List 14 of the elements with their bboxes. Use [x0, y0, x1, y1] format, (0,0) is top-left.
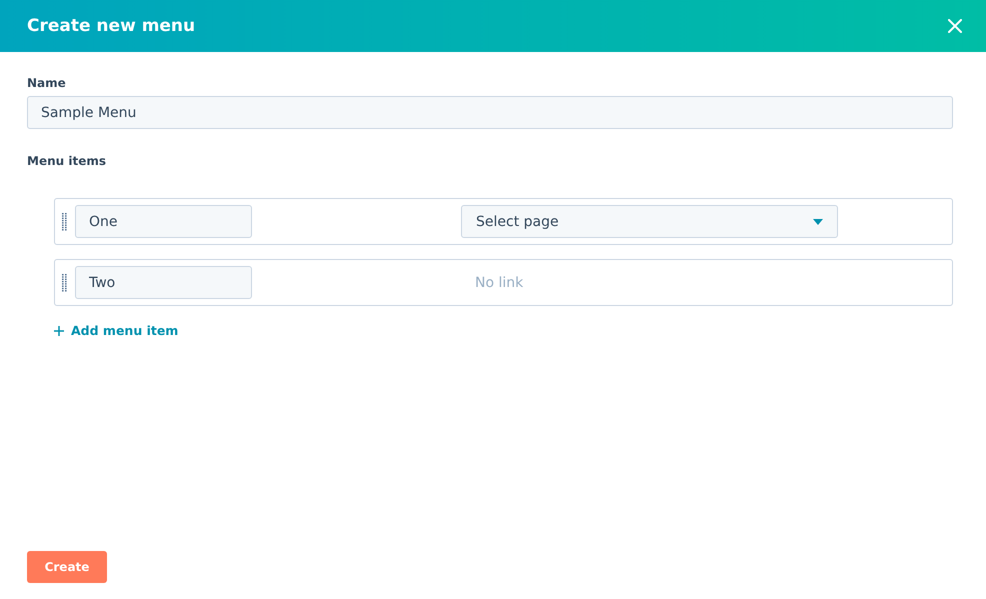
caret-icon	[813, 218, 823, 224]
no-link-text: No link	[475, 274, 524, 290]
drag-handle-icon[interactable]	[62, 212, 67, 230]
name-input-field[interactable]: Sample Menu	[27, 96, 953, 129]
close-icon	[948, 19, 962, 33]
menu-item-input-field[interactable]: One	[75, 205, 252, 238]
field-label: Name	[27, 76, 67, 90]
section-label: Menu items	[27, 154, 107, 168]
page-select-dropdown[interactable]: Select page	[461, 205, 838, 238]
plus-icon	[54, 326, 64, 336]
dialog-title: Create new menu	[27, 16, 196, 36]
add-menu-item-link[interactable]: Add menu item	[54, 323, 178, 338]
drag-handle-icon[interactable]	[62, 274, 67, 292]
menu-item-input-field[interactable]: Two	[75, 266, 252, 299]
